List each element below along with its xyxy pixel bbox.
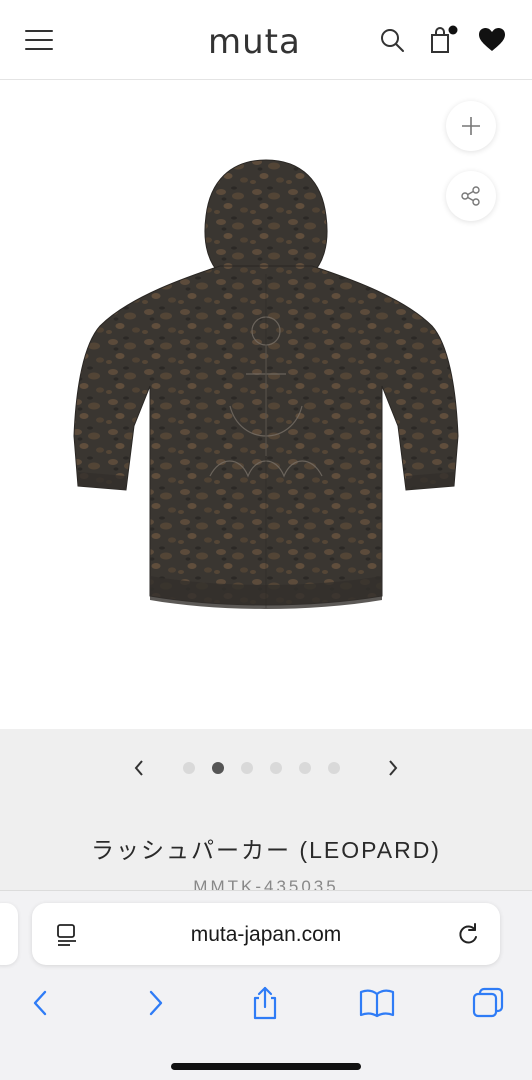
bookmarks-button[interactable] [359, 985, 395, 1021]
slide-dot[interactable] [328, 762, 340, 774]
slide-dot[interactable] [183, 762, 195, 774]
slide-dot[interactable] [241, 762, 253, 774]
plus-icon [462, 117, 480, 135]
url-text[interactable]: muta-japan.com [32, 923, 500, 947]
slide-dot[interactable] [299, 762, 311, 774]
site-logo[interactable]: muta [208, 22, 328, 62]
slide-dot[interactable] [270, 762, 282, 774]
product-gallery [0, 81, 532, 729]
share-sheet-button[interactable] [247, 985, 283, 1021]
slide-dots [183, 762, 340, 776]
slider-nav [0, 729, 532, 809]
product-title: ラッシュパーカー (LEOPARD) [91, 837, 441, 863]
cart-button[interactable] [426, 24, 458, 56]
share-icon [461, 186, 480, 206]
back-button[interactable] [22, 985, 58, 1021]
prev-slide-button[interactable] [122, 751, 156, 785]
forward-icon [149, 990, 163, 1016]
zoom-button[interactable] [446, 101, 496, 151]
previous-tab-edge[interactable] [0, 903, 18, 965]
slide-dot-active[interactable] [212, 762, 224, 774]
browser-toolbar: muta-japan.com [0, 890, 532, 1080]
bookmarks-icon [359, 989, 395, 1018]
search-icon [381, 29, 404, 52]
menu-button[interactable] [22, 26, 56, 54]
back-icon [33, 990, 47, 1016]
next-slide-button[interactable] [376, 751, 410, 785]
address-bar[interactable]: muta-japan.com [32, 903, 500, 965]
chevron-left-icon [134, 760, 143, 776]
heart-icon [479, 28, 505, 51]
search-button[interactable] [376, 24, 408, 56]
chevron-right-icon [389, 760, 398, 776]
tabs-button[interactable] [470, 985, 506, 1021]
site-header: muta [0, 0, 532, 80]
product-image[interactable] [70, 156, 462, 616]
product-info: ラッシュパーカー (LEOPARD) MMTK-435035 [0, 809, 532, 899]
reload-icon[interactable] [454, 921, 482, 949]
menu-icon-line [25, 48, 53, 50]
forward-button[interactable] [138, 985, 174, 1021]
menu-icon-line [25, 30, 53, 32]
home-indicator[interactable] [171, 1063, 361, 1070]
tabs-icon [472, 987, 504, 1018]
page: muta ラッシュパーカー (LEOPARD) MMTK-435035 muta… [0, 0, 532, 1080]
menu-icon-line [25, 39, 53, 41]
favorites-button[interactable] [476, 24, 508, 56]
share-icon [253, 986, 277, 1020]
bag-icon [431, 25, 458, 53]
